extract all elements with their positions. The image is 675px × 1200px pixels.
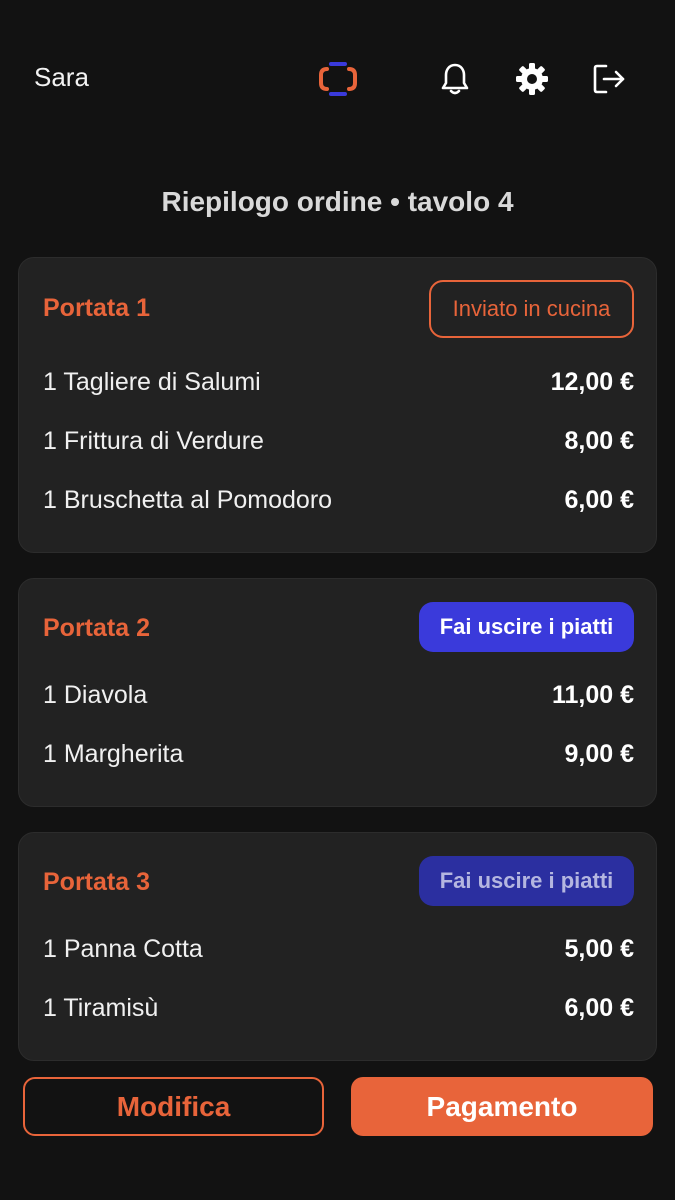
item-price: 5,00 € (564, 934, 634, 963)
username: Sara (34, 62, 89, 92)
list-item: 1 Margherita 9,00 € (43, 734, 634, 774)
course-title: Portata 3 (43, 868, 150, 896)
item-name: 1 Bruschetta al Pomodoro (43, 485, 333, 514)
item-name: 1 Tiramisù (43, 993, 159, 1022)
list-item: 1 Tagliere di Salumi 12,00 € (43, 362, 634, 402)
page-title: Riepilogo ordine • tavolo 4 (161, 186, 514, 217)
item-name: 1 Tagliere di Salumi (43, 367, 261, 396)
item-name: 1 Frittura di Verdure (43, 426, 264, 455)
course-title: Portata 2 (43, 614, 150, 642)
item-name: 1 Margherita (43, 739, 184, 768)
item-name: 1 Diavola (43, 680, 148, 709)
list-item: 1 Diavola 11,00 € (43, 675, 634, 715)
item-name: 1 Panna Cotta (43, 934, 203, 963)
list-item: 1 Frittura di Verdure 8,00 € (43, 421, 634, 461)
course-card-1: Portata 1 Inviato in cucina 1 Tagliere d… (18, 257, 657, 553)
top-bar: Sara (0, 0, 675, 160)
logo-icon (318, 60, 358, 98)
list-item: 1 Bruschetta al Pomodoro 6,00 € (43, 480, 634, 520)
bell-icon[interactable] (435, 59, 475, 99)
serve-dishes-button-disabled[interactable]: Fai uscire i piatti (419, 856, 634, 906)
status-badge-sent: Inviato in cucina (429, 280, 634, 338)
item-price: 6,00 € (564, 993, 634, 1022)
item-price: 8,00 € (564, 426, 634, 455)
item-price: 11,00 € (551, 680, 634, 709)
item-price: 6,00 € (564, 485, 634, 514)
gear-icon[interactable] (512, 59, 552, 99)
list-item: 1 Tiramisù 6,00 € (43, 988, 634, 1028)
course-card-3: Portata 3 Fai uscire i piatti 1 Panna Co… (18, 832, 657, 1061)
course-card-2: Portata 2 Fai uscire i piatti 1 Diavola … (18, 578, 657, 807)
logout-icon[interactable] (589, 59, 629, 99)
edit-button[interactable]: Modifica (23, 1077, 324, 1136)
list-item: 1 Panna Cotta 5,00 € (43, 929, 634, 969)
payment-button[interactable]: Pagamento (351, 1077, 653, 1136)
item-price: 12,00 € (550, 367, 634, 396)
course-title: Portata 1 (43, 294, 150, 322)
item-price: 9,00 € (564, 739, 634, 768)
serve-dishes-button[interactable]: Fai uscire i piatti (419, 602, 634, 652)
